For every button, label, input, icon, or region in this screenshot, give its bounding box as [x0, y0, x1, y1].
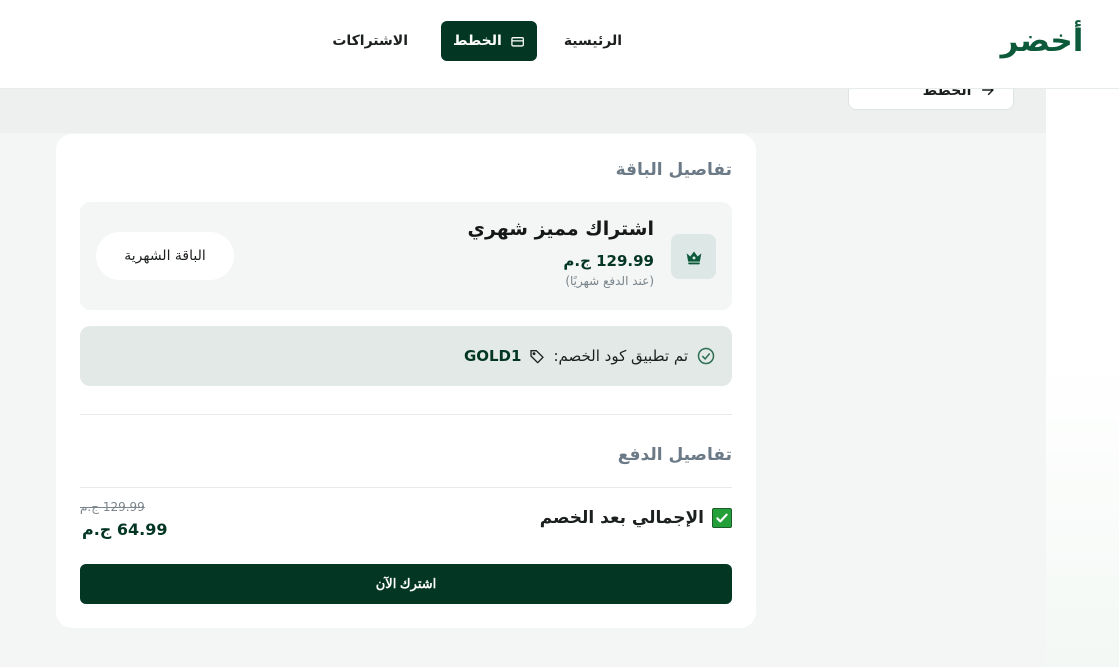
package-price: 129.99 ج.م	[563, 252, 654, 270]
nav-item-home[interactable]: الرئيسية	[552, 21, 642, 61]
card-icon	[511, 36, 524, 47]
package-type-badge: الباقة الشهرية	[96, 232, 234, 280]
tag-icon	[530, 350, 545, 364]
payment-section-title: تفاصيل الدفع	[617, 445, 732, 465]
check-circle-icon	[697, 347, 715, 365]
original-price: 129.99 ج.م	[80, 500, 145, 514]
divider	[80, 414, 732, 415]
nav-plans-label: الخطط	[453, 33, 502, 49]
package-icon-wrap	[671, 234, 716, 279]
checkout-card: تفاصيل الباقة اشتراك مميز شهري 129.99 ج.…	[56, 134, 756, 628]
crown-icon	[686, 251, 701, 264]
discount-label: تم تطبيق كود الخصم:	[553, 347, 688, 365]
nav-item-plans[interactable]: الخطط	[441, 21, 537, 61]
package-name: اشتراك مميز شهري	[467, 218, 654, 240]
logo[interactable]: أخضر	[1001, 22, 1085, 60]
divider	[80, 487, 732, 488]
total-row: الإجمالي بعد الخصم 129.99 ج.م 64.99 ج.م	[80, 500, 732, 546]
package-payment-note: (عند الدفع شهريًا)	[565, 274, 654, 288]
subscribe-now-button[interactable]: اشترك الآن	[80, 564, 732, 604]
check-box-icon	[712, 508, 732, 528]
nav-item-subscriptions[interactable]: الاشتراكات	[324, 21, 428, 61]
nav-home-label: الرئيسية	[563, 33, 622, 49]
top-header: أخضر الرئيسية الخطط الاشتراكات	[0, 0, 1119, 89]
package-box: اشتراك مميز شهري 129.99 ج.م (عند الدفع ش…	[80, 202, 732, 310]
discounted-price: 64.99 ج.م	[82, 520, 168, 539]
total-label: الإجمالي بعد الخصم	[539, 508, 704, 528]
nav-subscriptions-label: الاشتراكات	[332, 33, 408, 49]
checkmark-icon	[716, 513, 728, 523]
package-section-title: تفاصيل الباقة	[615, 160, 732, 180]
side-decoration	[1046, 360, 1119, 667]
total-label-wrap: الإجمالي بعد الخصم	[540, 508, 732, 528]
discount-applied-banner: تم تطبيق كود الخصم: GOLD1	[80, 326, 732, 386]
discount-code: GOLD1	[463, 347, 522, 365]
side-panel	[1046, 0, 1119, 667]
